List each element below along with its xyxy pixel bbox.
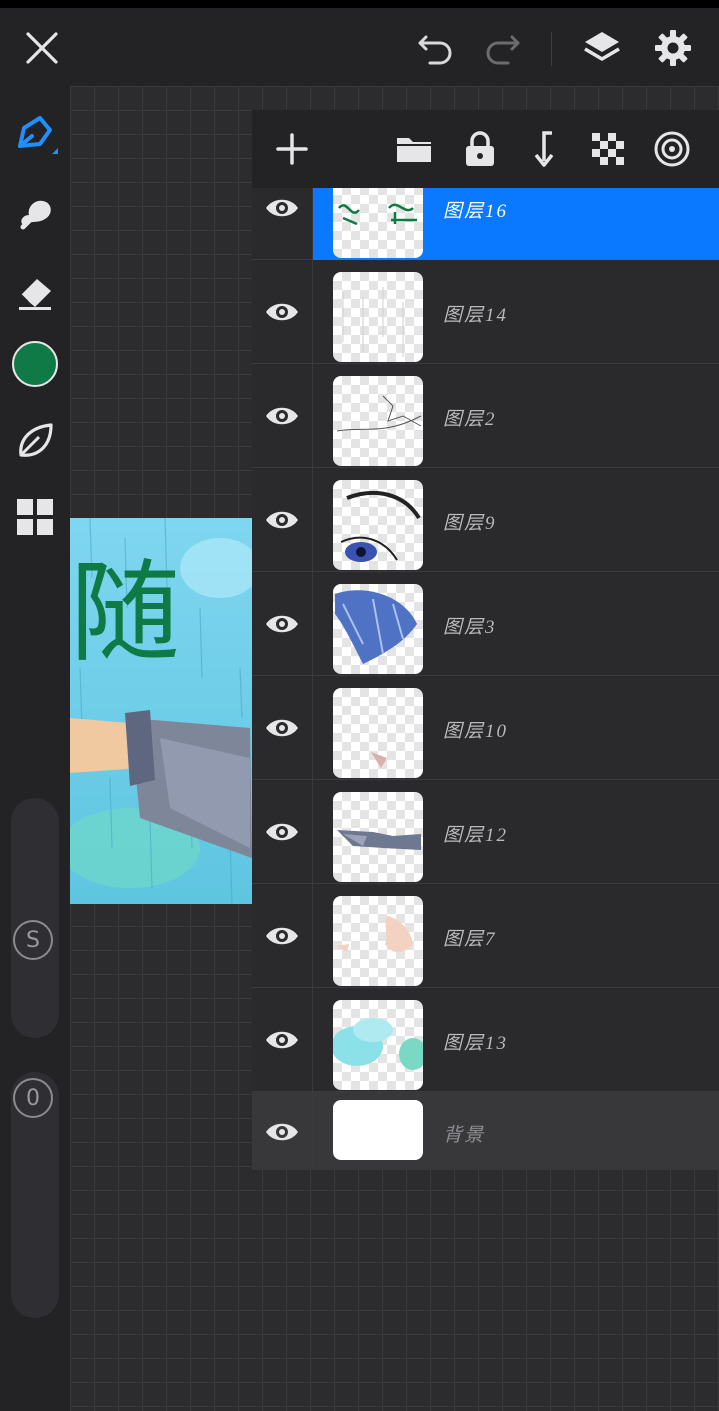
row-divider [312,1092,313,1170]
status-bar [0,0,719,8]
layer-row[interactable]: 图层13 [252,988,719,1092]
row-divider [312,572,313,676]
add-layer-icon[interactable] [269,126,315,172]
layer-row[interactable]: 图层10 [252,676,719,780]
visibility-eye-icon[interactable] [262,708,302,748]
transparency-icon[interactable] [585,126,631,172]
color-swatch[interactable] [10,339,60,389]
folder-icon[interactable] [391,126,437,172]
toolbar-divider [551,32,552,66]
layer-name: 图层10 [443,721,509,742]
layer-thumbnail [333,272,423,362]
lock-icon[interactable] [457,126,503,172]
opacity-slider-knob[interactable]: 0 [13,1078,53,1118]
layer-row[interactable]: 图层9 [252,468,719,572]
layer-thumbnail [333,1000,423,1090]
layer-thumbnail [333,792,423,882]
size-slider-knob[interactable]: S [13,920,53,960]
layer-name: 图层12 [443,825,509,846]
layer-row[interactable]: 图层14 [252,260,719,364]
opacity-slider[interactable]: 0 [11,1072,59,1318]
layer-name: 图层14 [443,305,509,326]
settings-icon[interactable] [651,26,695,70]
layer-name: 图层16 [443,201,509,222]
layer-thumbnail [333,1100,423,1160]
artwork-handwriting: 随 [70,549,180,677]
layer-name: 图层3 [443,617,497,638]
row-divider [312,884,313,988]
layer-thumbnail [333,584,423,674]
layer-name: 背景 [443,1125,486,1146]
visibility-eye-icon[interactable] [262,812,302,852]
visibility-eye-icon[interactable] [262,1112,302,1152]
layer-row[interactable]: 图层12 [252,780,719,884]
merge-down-icon[interactable] [521,126,567,172]
leaf-icon[interactable] [10,416,60,466]
layers-panel-toolbar [252,110,719,188]
row-divider [312,468,313,572]
artwork-preview[interactable]: 随 [70,518,252,904]
layer-row-background[interactable]: 背景 [252,1092,719,1170]
grid-icon[interactable] [10,492,60,542]
visibility-eye-icon[interactable] [262,188,302,228]
layer-name: 图层13 [443,1033,509,1054]
size-slider-label: S [26,927,40,953]
layer-row[interactable]: 图层7 [252,884,719,988]
layer-thumbnail [333,188,423,258]
layer-list[interactable]: 图层16 图层14 图层2 图层9 图层3 图层10 图层12 图层7 图层13… [252,188,719,1170]
layer-thumbnail [333,896,423,986]
layer-name: 图层9 [443,513,497,534]
layer-row[interactable]: 图层16 [252,188,719,260]
layer-thumbnail [333,376,423,466]
undo-icon[interactable] [414,26,458,70]
layer-name: 图层7 [443,929,497,950]
redo-icon[interactable] [480,26,524,70]
visibility-eye-icon[interactable] [262,500,302,540]
row-divider [312,260,313,364]
eraser-icon[interactable] [10,266,60,316]
row-divider [312,676,313,780]
visibility-eye-icon[interactable] [262,1020,302,1060]
brush-icon[interactable] [10,110,60,160]
opacity-slider-label: 0 [26,1085,40,1111]
tool-sidebar: S 0 [0,86,70,1411]
close-icon[interactable] [20,26,64,70]
visibility-eye-icon[interactable] [262,396,302,436]
layer-name: 图层2 [443,409,497,430]
layer-row[interactable]: 图层2 [252,364,719,468]
row-divider [312,780,313,884]
visibility-eye-icon[interactable] [262,604,302,644]
layers-panel: 图层16 图层14 图层2 图层9 图层3 图层10 图层12 图层7 图层13… [252,110,719,1170]
layer-thumbnail [333,480,423,570]
row-divider [312,188,313,260]
visibility-eye-icon[interactable] [262,916,302,956]
visibility-eye-icon[interactable] [262,292,302,332]
top-bar [0,8,719,86]
layer-thumbnail [333,688,423,778]
row-divider [312,364,313,468]
brush-size-slider[interactable]: S [11,798,59,1038]
smudge-icon[interactable] [10,188,60,238]
radial-icon[interactable] [649,126,695,172]
layers-icon[interactable] [580,26,624,70]
row-divider [312,988,313,1092]
layer-row[interactable]: 图层3 [252,572,719,676]
